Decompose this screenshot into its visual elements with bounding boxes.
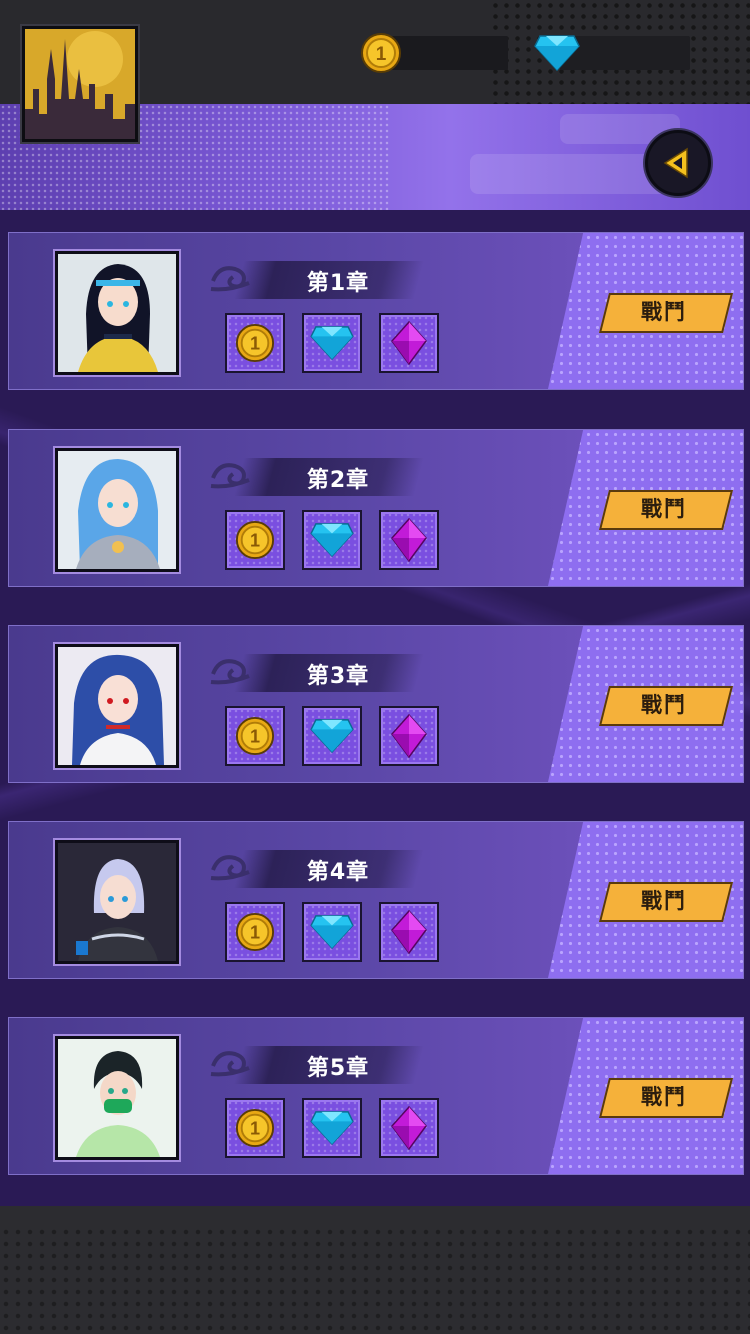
purple-gem-icon [391, 714, 427, 758]
chapter-title: 第5章 [306, 1056, 370, 1081]
reward-slot[interactable]: 1 [225, 706, 285, 766]
blue-gem-icon [534, 34, 580, 76]
purple-gem-icon [391, 910, 427, 954]
blue-gem-icon [310, 326, 354, 361]
svg-text:1: 1 [250, 334, 260, 354]
svg-text:1: 1 [250, 923, 260, 943]
svg-text:1: 1 [250, 727, 260, 747]
coin-icon: 1 [235, 323, 275, 363]
fight-button-label[interactable]: 戰鬥 [614, 689, 714, 719]
character-portrait [55, 644, 179, 768]
back-button[interactable] [645, 130, 711, 196]
reward-slot[interactable] [302, 313, 362, 373]
swirl-icon [210, 266, 250, 292]
character-portrait [55, 448, 179, 572]
chapter-card: 第4章 1 戰鬥 [8, 821, 744, 979]
fight-button-label[interactable]: 戰鬥 [614, 1081, 714, 1111]
reward-slot[interactable] [379, 706, 439, 766]
coin-icon: 1 [235, 520, 275, 560]
castle-avatar-image [25, 29, 135, 139]
coin-icon: 1 [235, 1108, 275, 1148]
blue-gem-icon [310, 523, 354, 558]
back-arrow-icon [663, 147, 688, 179]
swirl-icon [210, 855, 250, 881]
reward-slot[interactable] [302, 902, 362, 962]
character-portrait [55, 251, 179, 375]
chapter-card: 第3章 1 戰鬥 [8, 625, 744, 783]
svg-text:1: 1 [250, 531, 260, 551]
reward-slot[interactable]: 1 [225, 510, 285, 570]
chapter-card: 第5章 1 戰鬥 [8, 1017, 744, 1175]
dot-pattern [0, 1226, 750, 1334]
fight-button-label[interactable]: 戰鬥 [614, 885, 714, 915]
bottom-bar [0, 1206, 750, 1334]
coin-icon: 1 [235, 716, 275, 756]
chapter-title: 第3章 [306, 664, 370, 689]
coin-icon: 1 [360, 32, 402, 78]
chapter-title: 第2章 [306, 468, 370, 493]
character-portrait [55, 840, 179, 964]
blue-gem-icon [310, 719, 354, 754]
reward-slot[interactable] [379, 510, 439, 570]
swirl-icon [210, 659, 250, 685]
character-portrait [55, 1036, 179, 1160]
reward-slot[interactable]: 1 [225, 313, 285, 373]
reward-slot[interactable] [302, 1098, 362, 1158]
coin-icon: 1 [235, 912, 275, 952]
reward-slot[interactable] [302, 706, 362, 766]
reward-slot[interactable] [379, 1098, 439, 1158]
fight-button-label[interactable]: 戰鬥 [614, 296, 714, 326]
purple-gem-icon [391, 1106, 427, 1150]
swirl-icon [210, 1051, 250, 1077]
reward-slot[interactable] [302, 510, 362, 570]
chapter-card: 第1章 1 戰鬥 [8, 232, 744, 390]
svg-text:1: 1 [376, 44, 387, 65]
chapter-title: 第1章 [306, 271, 370, 296]
reward-slot[interactable]: 1 [225, 1098, 285, 1158]
chapter-title: 第4章 [306, 860, 370, 885]
reward-slot[interactable] [379, 313, 439, 373]
reward-slot[interactable] [379, 902, 439, 962]
svg-text:1: 1 [250, 1119, 260, 1139]
blue-gem-icon [310, 915, 354, 950]
purple-gem-icon [391, 518, 427, 562]
fight-button-label[interactable]: 戰鬥 [614, 493, 714, 523]
purple-gem-icon [391, 321, 427, 365]
swirl-icon [210, 463, 250, 489]
player-avatar[interactable] [22, 26, 138, 142]
blue-gem-icon [310, 1111, 354, 1146]
chapter-card: 第2章 1 戰鬥 [8, 429, 744, 587]
reward-slot[interactable]: 1 [225, 902, 285, 962]
